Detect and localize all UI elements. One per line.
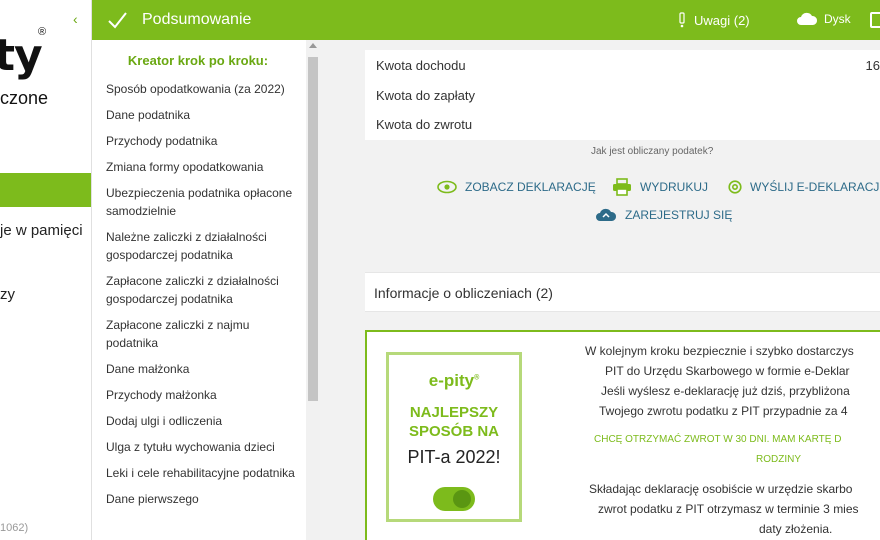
promo-line: Składając deklarację osobiście w urzędzi… [589,482,853,496]
promo-line: PIT do Urzędu Skarbowego w formie e-Dekl… [605,364,850,378]
cloud-upload-icon [596,208,617,221]
income-label: Kwota dochodu [376,58,466,73]
wizard-step[interactable]: Dane małżonka [106,360,302,378]
wizard-step[interactable]: Ulga z tytułu wychowania dzieci [106,438,302,456]
family-card-refund-link-cont[interactable]: RODZINY [756,454,801,465]
wizard-step[interactable]: Zmiana formy opodatkowania [106,158,302,176]
promo-badge: e-pity® NAJLEPSZY SPOSÓB NA PIT-a 2022! [386,352,522,522]
send-edeclaration-label: WYŚLIJ E-DEKLARACJĘ [750,180,880,194]
brand-reg-mark: ® [38,26,47,38]
brand-logo: ty [0,30,43,81]
wizard-step[interactable]: Należne zaliczki z działalności gospodar… [106,228,302,264]
wizard-sidebar: Kreator krok po kroku: Sposób opodatkowa… [92,40,320,540]
wizard-step[interactable]: Ubezpieczenia podatnika opłacone samodzi… [106,184,302,220]
income-value: 16 [865,58,880,73]
printer-icon [613,178,631,196]
print-label: WYDRUKUJ [640,180,708,194]
wizard-step[interactable]: Dodaj ulgi i odliczenia [106,412,302,430]
family-card-refund-link[interactable]: CHCĘ OTRZYMAĆ ZWROT W 30 DNI. MAM KARTĘ … [594,434,841,445]
promo-line: W kolejnym kroku bezpiecznie i szybko do… [585,344,854,358]
wizard-step[interactable]: Przychody podatnika [106,132,302,150]
notes-button[interactable]: Uwagi (2) [678,12,750,28]
brand-menu-item[interactable]: zy [0,286,15,303]
wizard-heading: Kreator krok po kroku: [127,53,269,68]
badge-toggle-icon [433,487,475,511]
tax-due-label: Kwota do zapłaty [376,88,476,103]
wizard-step[interactable]: Sposób opodatkowania (za 2022) [106,80,302,98]
wizard-step[interactable]: Zapłacone zaliczki z najmu podatnika [106,316,302,352]
disk-label: Dysk [824,12,851,26]
wizard-step[interactable]: Zapłacone zaliczki z działalności gospod… [106,272,302,308]
promo-line: Twojego zwrotu podatku z PIT przypadnie … [599,404,848,418]
eye-icon [437,180,457,194]
at-icon [728,180,742,194]
cloud-icon [797,12,818,25]
page-title: Podsumowanie [142,11,252,28]
calculation-info-label: Informacje o obliczeniach (2) [374,285,553,301]
promo-line: daty złożenia. [759,522,833,536]
scroll-up-icon[interactable] [309,43,317,48]
refund-label: Kwota do zwrotu [376,117,473,132]
promo-box: e-pity® NAJLEPSZY SPOSÓB NA PIT-a 2022! … [365,330,880,540]
wizard-step[interactable]: Przychody małżonka [106,386,302,404]
version-label: 1062) [0,522,29,534]
brand-menu-active-item[interactable] [0,173,91,207]
wizard-step[interactable]: Dane podatnika [106,106,302,124]
view-declaration-button[interactable]: ZOBACZ DEKLARACJĘ [437,180,596,194]
top-bar: Podsumowanie Uwagi (2) Dysk [92,0,880,40]
wizard-step[interactable]: Leki i cele rehabilitacyjne podatnika [106,464,302,482]
exclamation-icon [679,12,685,28]
register-button[interactable]: ZAREJESTRUJ SIĘ [595,207,732,222]
badge-pit: PIT-a 2022! [407,447,501,467]
badge-best: NAJLEPSZY SPOSÓB NA [408,404,499,440]
notes-label: Uwagi (2) [694,12,750,28]
print-button[interactable]: WYDRUKUJ [612,178,708,196]
register-label: ZAREJESTRUJ SIĘ [625,207,733,222]
disk-button[interactable]: Dysk [796,12,851,26]
brand-menu-memory[interactable]: je w pamięci [0,222,83,239]
promo-line: zwrot podatku z PIT otrzymasz w terminie… [598,502,859,516]
how-calculated-link[interactable]: Jak jest obliczany podatek? [591,146,713,157]
wizard-steps: Sposób opodatkowania (za 2022) Dane poda… [106,80,302,508]
badge-logo: e-pity® [428,371,480,390]
amounts-card: Kwota dochodu 16 Kwota do zapłaty Kwota … [365,50,880,140]
view-declaration-label: ZOBACZ DEKLARACJĘ [465,180,596,194]
save-icon[interactable] [870,12,880,28]
wizard-step[interactable]: Dane pierwszego [106,490,302,508]
collapse-icon[interactable]: ‹ [73,11,78,27]
calculation-info-row[interactable]: Informacje o obliczeniach (2) [365,272,880,312]
promo-line: Jeśli wyślesz e-deklarację już dziś, prz… [601,384,850,398]
brand-panel: ty ® czone ‹ je w pamięci zy 1062) [0,0,92,540]
check-icon [108,12,127,29]
brand-subtitle: czone [0,88,49,108]
wizard-scroll-thumb[interactable] [308,57,318,401]
send-edeclaration-button[interactable]: WYŚLIJ E-DEKLARACJĘ [728,180,880,194]
